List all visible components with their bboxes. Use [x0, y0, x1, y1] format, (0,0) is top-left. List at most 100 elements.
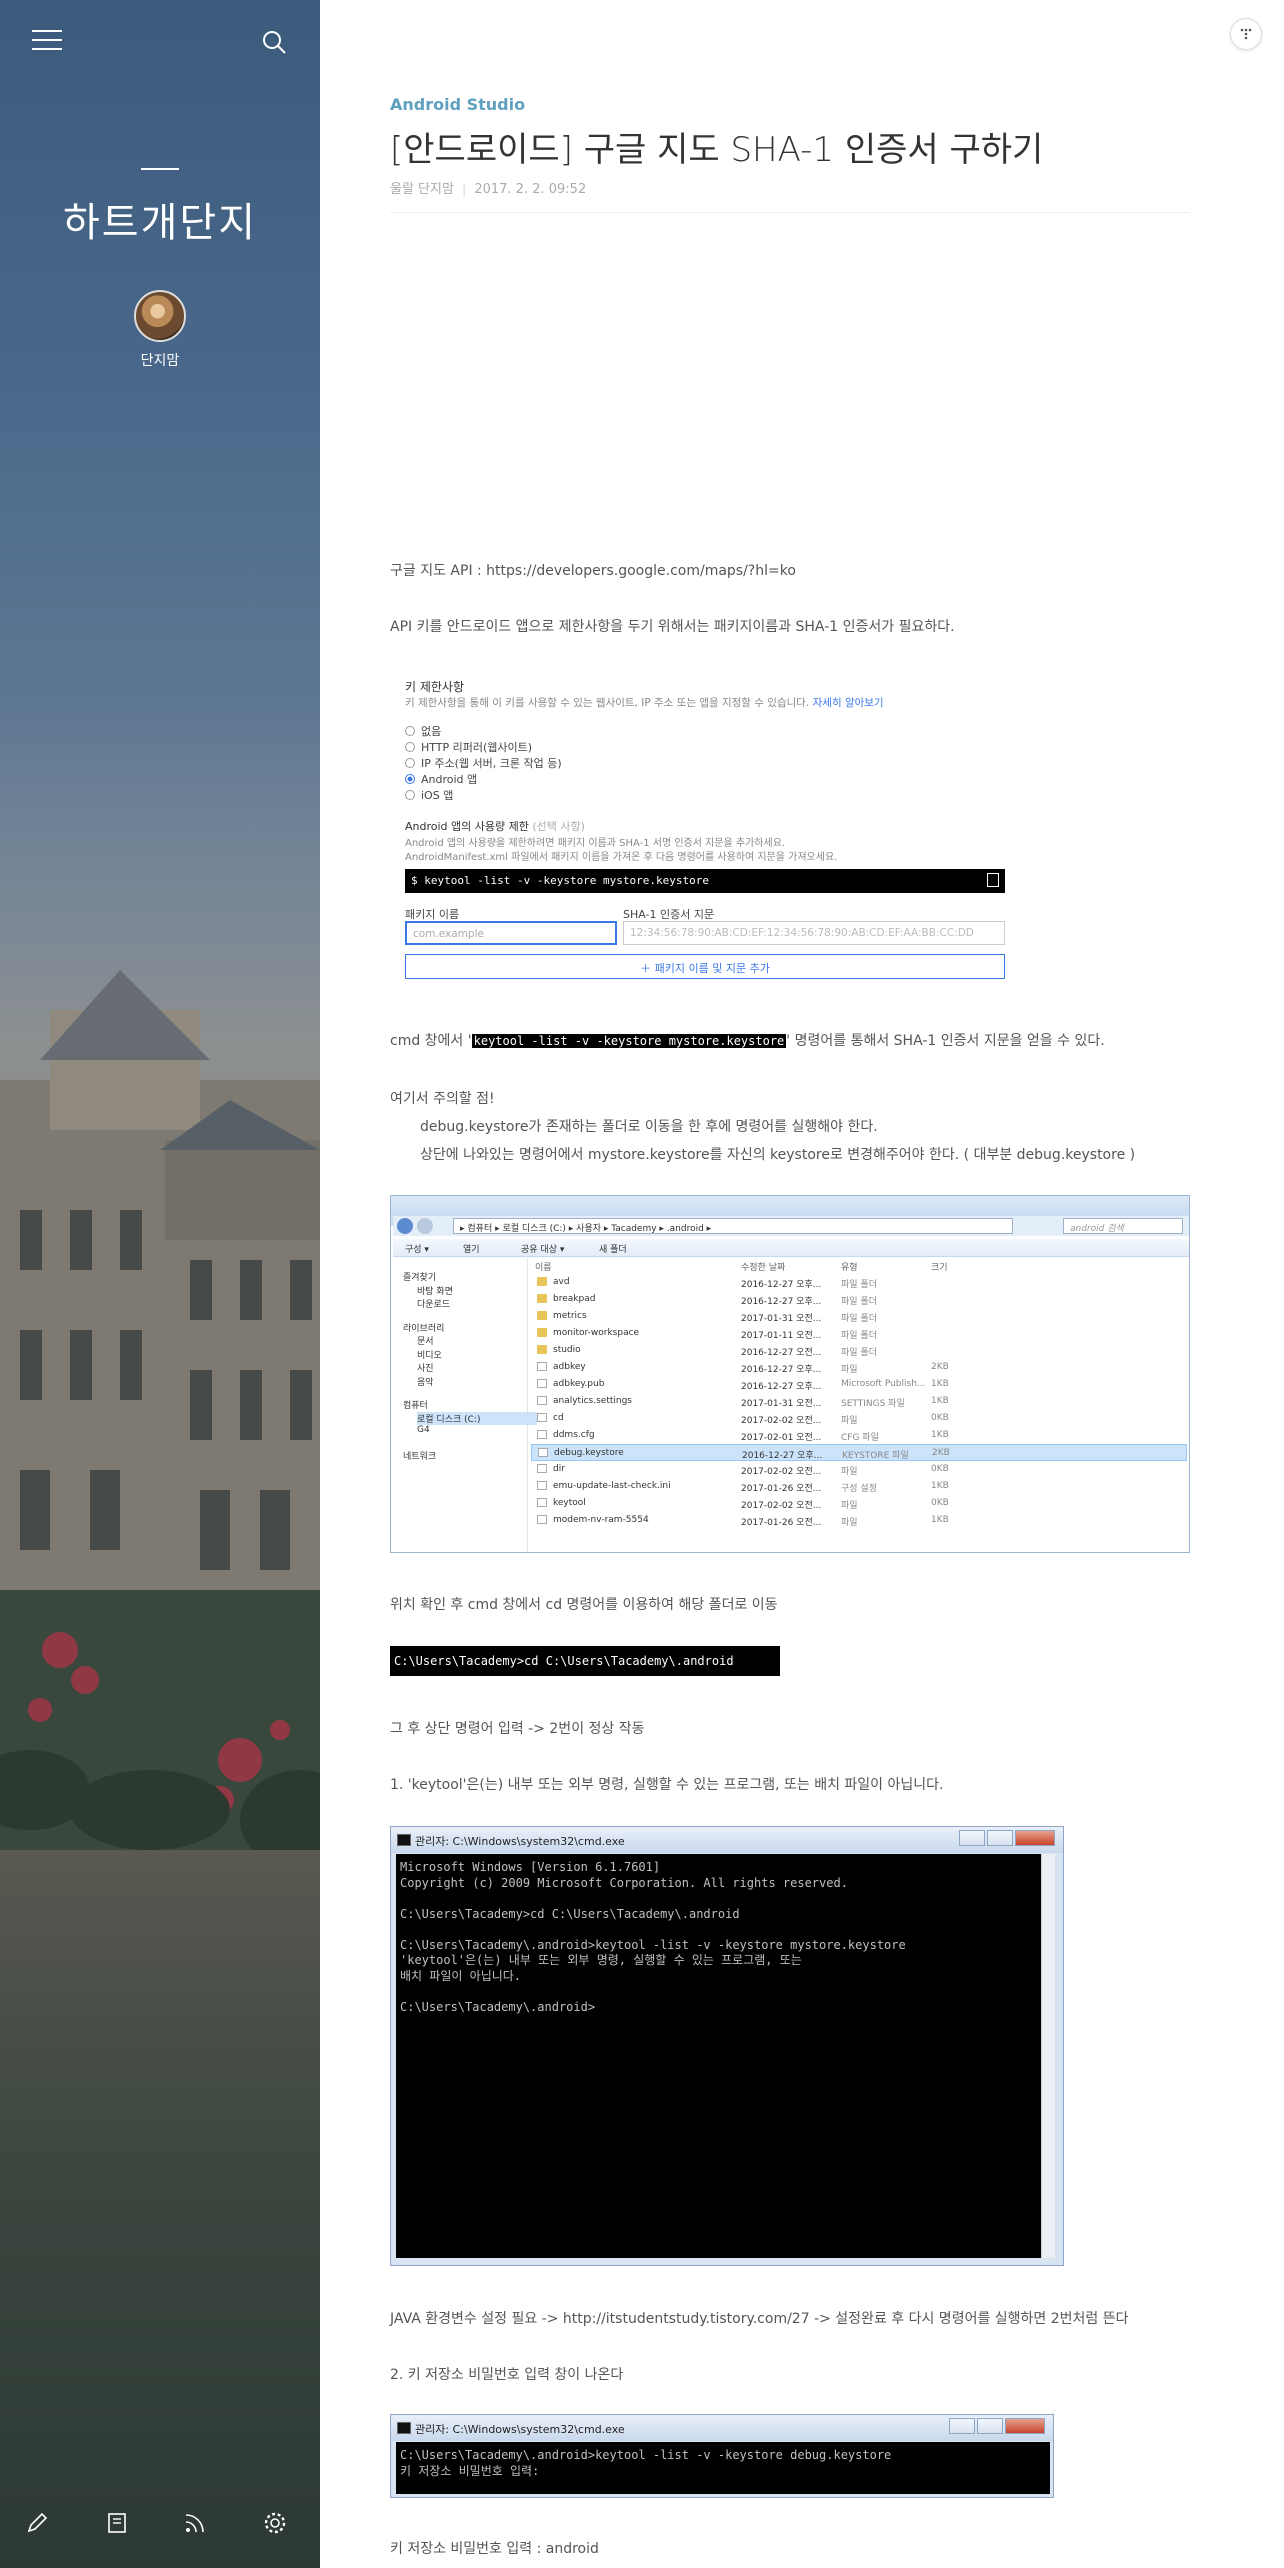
- file-name: cd: [553, 1413, 564, 1423]
- copy-icon[interactable]: [987, 873, 999, 887]
- file-type: 파일: [841, 1518, 858, 1528]
- minimize-button[interactable]: [959, 1830, 985, 1846]
- paragraph-after: 그 후 상단 명령어 입력 -> 2번이 정상 작동: [390, 1721, 645, 1737]
- col-name[interactable]: 이름: [535, 1260, 552, 1273]
- cmd-icon: [397, 2422, 411, 2434]
- cmd-window-password: 관리자: C:\Windows\system32\cmd.exe C:\User…: [390, 2414, 1054, 2498]
- cmd-window-error: 관리자: C:\Windows\system32\cmd.exe Microso…: [390, 1826, 1064, 2266]
- sidebar: 하트개단지 단지맘: [0, 0, 320, 2568]
- file-row[interactable]: adbkey 2016-12-27 오후... 파일 2KB: [531, 1359, 1187, 1376]
- sidebar-bottom-bar: [0, 2500, 320, 2560]
- pencil-icon[interactable]: [24, 2510, 50, 2536]
- nav-item[interactable]: 라이브러리: [403, 1321, 444, 1334]
- open-button[interactable]: 열기: [463, 1242, 480, 1255]
- radio-android-app[interactable]: Android 앱: [405, 771, 477, 787]
- file-name: studio: [553, 1345, 581, 1355]
- radio-none[interactable]: 없음: [405, 723, 441, 739]
- new-folder-button[interactable]: 새 폴더: [599, 1242, 627, 1255]
- menu-icon[interactable]: [32, 30, 62, 54]
- nav-item[interactable]: 컴퓨터: [403, 1398, 428, 1411]
- minimize-button[interactable]: [949, 2418, 975, 2434]
- book-icon[interactable]: [104, 2510, 130, 2536]
- post-date: 2017. 2. 2. 09:52: [474, 182, 587, 197]
- file-icon: [537, 1379, 547, 1388]
- file-row[interactable]: dir 2017-02-02 오전... 파일 0KB: [531, 1461, 1187, 1478]
- file-explorer-screenshot: ▸ 컴퓨터 ▸ 로컬 디스크 (C:) ▸ 사용자 ▸ Tacademy ▸ .…: [390, 1195, 1190, 1553]
- file-row[interactable]: cd 2017-02-02 오전... 파일 0KB: [531, 1410, 1187, 1427]
- radio-http-referrer[interactable]: HTTP 리퍼러(웹사이트): [405, 739, 532, 755]
- file-icon: [537, 1430, 547, 1439]
- file-type: 파일 폴더: [841, 1297, 877, 1307]
- folder-icon: [537, 1294, 547, 1303]
- nav-item[interactable]: 음악: [417, 1375, 434, 1388]
- file-row[interactable]: debug.keystore 2016-12-27 오후... KEYSTORE 파…: [531, 1444, 1187, 1461]
- folder-icon: [537, 1328, 547, 1337]
- search-icon[interactable]: [260, 28, 288, 56]
- file-row[interactable]: monitor-workspace 2017-01-11 오전... 파일 폴더: [531, 1325, 1187, 1342]
- file-row[interactable]: emu-update-last-check.ini 2017-01-26 오전..…: [531, 1478, 1187, 1495]
- file-type: 파일 폴더: [841, 1314, 877, 1324]
- file-row[interactable]: analytics.settings 2017-01-31 오전... SETTIN…: [531, 1393, 1187, 1410]
- file-date: 2017-01-26 오전...: [741, 1484, 822, 1494]
- paragraph-java-env: JAVA 환경변수 설정 필요 -> http://itstudentstudy…: [390, 2311, 1129, 2327]
- nav-item[interactable]: 문서: [417, 1334, 434, 1347]
- file-type: SETTINGS 파일: [841, 1399, 905, 1409]
- col-date[interactable]: 수정한 날짜: [741, 1260, 785, 1273]
- col-size[interactable]: 크기: [931, 1260, 948, 1273]
- nav-item[interactable]: G4: [417, 1425, 430, 1435]
- file-row[interactable]: keytool 2017-02-02 오전... 파일 0KB: [531, 1495, 1187, 1512]
- file-row[interactable]: studio 2016-12-27 오전... 파일 폴더: [531, 1342, 1187, 1359]
- package-name-input[interactable]: com.example: [405, 921, 617, 945]
- file-size: 0KB: [931, 1464, 949, 1474]
- paragraph-intro: API 키를 안드로이드 앱으로 제한사항을 두기 위해서는 패키지이름과 SH…: [390, 619, 955, 635]
- file-size: 1KB: [931, 1515, 949, 1525]
- file-row[interactable]: ddms.cfg 2017-02-01 오전... CFG 파일 1KB: [531, 1427, 1187, 1444]
- avatar[interactable]: [134, 290, 186, 342]
- address-bar[interactable]: ▸ 컴퓨터 ▸ 로컬 디스크 (C:) ▸ 사용자 ▸ Tacademy ▸ .…: [453, 1218, 1013, 1234]
- author-nickname: 단지맘: [140, 353, 180, 369]
- sha1-input[interactable]: 12:34:56:78:90:AB:CD:EF:12:34:56:78:90:A…: [623, 921, 1005, 945]
- key-restriction-description: 키 제한사항을 통해 이 키를 사용할 수 있는 웹사이트, IP 주소 또는 …: [405, 697, 884, 709]
- file-row[interactable]: breakpad 2016-12-27 오후... 파일 폴더: [531, 1291, 1187, 1308]
- file-size: 1KB: [931, 1396, 949, 1406]
- more-options-button[interactable]: [1230, 18, 1262, 50]
- file-date: 2016-12-27 오후...: [741, 1382, 822, 1392]
- learn-more-link[interactable]: 자세히 알아보기: [813, 697, 884, 709]
- share-button[interactable]: 공유 대상 ▾: [521, 1242, 564, 1255]
- forward-icon[interactable]: [417, 1218, 433, 1234]
- maximize-button[interactable]: [977, 2418, 1003, 2434]
- file-type: 파일 폴더: [841, 1280, 877, 1290]
- keytool-command-highlight: keytool -list -v -keystore mystore.keyst…: [471, 1034, 787, 1048]
- file-row[interactable]: avd 2016-12-27 오후... 파일 폴더: [531, 1274, 1187, 1291]
- file-name: breakpad: [553, 1294, 596, 1304]
- file-type: 파일: [841, 1365, 858, 1375]
- file-row[interactable]: modem-nv-ram-5554 2017-01-26 오전... 파일 1KB: [531, 1512, 1187, 1529]
- close-button[interactable]: [1005, 2418, 1045, 2434]
- file-name: emu-update-last-check.ini: [553, 1481, 671, 1491]
- dots-icon: [1240, 28, 1252, 40]
- file-row[interactable]: adbkey.pub 2016-12-27 오후... Microsoft Publ…: [531, 1376, 1187, 1393]
- gear-icon[interactable]: [262, 2510, 288, 2536]
- scrollbar[interactable]: [1041, 1854, 1055, 2258]
- nav-item[interactable]: 즐겨찾기: [403, 1270, 436, 1283]
- post-author[interactable]: 울랄 단지맘: [390, 182, 454, 197]
- explorer-search-input[interactable]: android 검색: [1063, 1218, 1183, 1234]
- file-row[interactable]: metrics 2017-01-31 오전... 파일 폴더: [531, 1308, 1187, 1325]
- nav-item[interactable]: 사진: [417, 1361, 434, 1374]
- rss-icon[interactable]: [182, 2510, 208, 2536]
- maximize-button[interactable]: [987, 1830, 1013, 1846]
- organize-button[interactable]: 구성 ▾: [405, 1242, 429, 1255]
- nav-item[interactable]: 바탕 화면: [417, 1284, 453, 1297]
- nav-item[interactable]: 로컬 디스크 (C:): [417, 1411, 537, 1425]
- radio-ip-address[interactable]: IP 주소(웹 서버, 크론 작업 등): [405, 755, 562, 771]
- close-button[interactable]: [1015, 1830, 1055, 1846]
- radio-ios-app[interactable]: iOS 앱: [405, 787, 453, 803]
- nav-item[interactable]: 비디오: [417, 1348, 442, 1361]
- post-category[interactable]: Android Studio: [390, 95, 1190, 114]
- blog-title[interactable]: 하트개단지: [0, 190, 320, 248]
- add-package-button[interactable]: ＋ 패키지 이름 및 지문 추가: [405, 954, 1005, 979]
- nav-item[interactable]: 다운로드: [417, 1297, 450, 1310]
- back-icon[interactable]: [397, 1218, 413, 1234]
- col-type[interactable]: 유형: [841, 1260, 858, 1273]
- nav-item[interactable]: 네트워크: [403, 1449, 436, 1462]
